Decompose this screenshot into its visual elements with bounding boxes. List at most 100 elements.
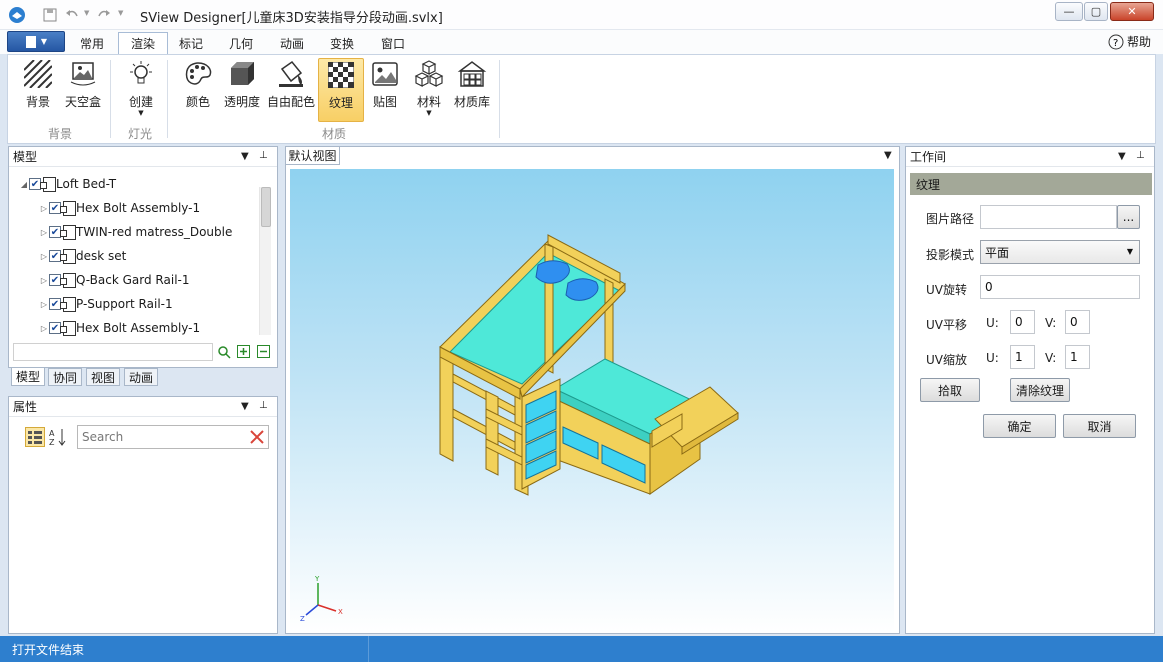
tree-scrollbar[interactable] — [259, 187, 271, 335]
browse-button[interactable]: ... — [1117, 205, 1140, 229]
collapse-icon[interactable]: ◢ — [19, 180, 29, 189]
tree-node[interactable]: ▷ ✔ TWIN-red matress_Double — [39, 220, 232, 244]
tab-animation-panel[interactable]: 动画 — [124, 368, 159, 386]
tab-render[interactable]: 渲染 — [118, 32, 169, 54]
tree-search-input[interactable] — [13, 343, 213, 361]
cube-icon — [226, 58, 258, 90]
image-path-input[interactable] — [980, 205, 1117, 229]
tab-markup[interactable]: 标记 — [167, 33, 215, 54]
lightbulb-icon — [125, 58, 157, 90]
material-library-button[interactable]: 材质库 — [449, 58, 495, 122]
tree-node[interactable]: ▷ ✔ Hex Bolt Assembly-1 — [39, 196, 200, 220]
search-icon[interactable] — [217, 345, 231, 359]
status-bar: 打开文件结束 — [0, 636, 1163, 662]
material-button[interactable]: 材料 ▼ — [406, 58, 452, 122]
scale-v-label: V: — [1045, 351, 1057, 365]
view-tab-default[interactable]: 默认视图 — [286, 147, 340, 165]
loft-bed-model: Y X Z — [300, 234, 739, 623]
view-menu-icon[interactable]: ▼ — [884, 150, 892, 161]
image-path-label: 图片路径 — [926, 212, 975, 226]
ok-button[interactable]: 确定 — [983, 414, 1056, 438]
expand-icon[interactable]: ▷ — [39, 204, 49, 213]
undo-icon[interactable] — [64, 7, 80, 23]
expand-icon[interactable]: ▷ — [39, 228, 49, 237]
help-icon: ? — [1108, 34, 1124, 49]
clear-texture-button[interactable]: 清除纹理 — [1010, 378, 1070, 402]
close-button[interactable]: ✕ — [1110, 2, 1154, 21]
scrollbar-thumb[interactable] — [261, 187, 271, 227]
axis-x-label: X — [338, 608, 343, 616]
undo-dropdown-icon[interactable]: ▼ — [84, 9, 89, 17]
translate-u-input[interactable]: 0 — [1010, 310, 1035, 334]
axis-triad: Y X Z — [300, 575, 343, 623]
tab-transform[interactable]: 变换 — [318, 33, 366, 54]
decal-button[interactable]: 贴图 — [362, 58, 408, 122]
tree-node[interactable]: ▷ ✔ Q-Back Gard Rail-1 — [39, 268, 190, 292]
background-button[interactable]: 背景 — [15, 58, 61, 122]
expand-icon[interactable]: ▷ — [39, 252, 49, 261]
free-color-button[interactable]: 自由配色 — [266, 58, 316, 122]
minimize-button[interactable]: — — [1055, 2, 1083, 21]
sort-az-icon[interactable]: AZ — [49, 427, 67, 447]
expand-all-icon[interactable] — [237, 345, 250, 358]
part-icon — [60, 296, 76, 312]
tab-collaboration[interactable]: 协同 — [48, 368, 83, 386]
tab-geometry[interactable]: 几何 — [217, 33, 265, 54]
qat-more-icon[interactable]: ▼ — [118, 9, 123, 17]
expand-icon[interactable]: ▷ — [39, 300, 49, 309]
maximize-button[interactable]: ▢ — [1084, 2, 1108, 21]
panel-menu-icon[interactable]: ▼ — [1118, 151, 1126, 162]
part-icon — [60, 200, 76, 216]
ribbon-separator — [167, 60, 168, 138]
collapse-all-icon[interactable] — [257, 345, 270, 358]
panel-menu-icon[interactable]: ▼ — [241, 151, 249, 162]
viewport-panel: 默认视图 ▼ Y X Z — [285, 146, 900, 634]
pin-icon[interactable]: ⊥ — [259, 400, 268, 411]
uv-rotate-input[interactable]: 0 — [980, 275, 1140, 299]
properties-panel-title: 属性 — [13, 400, 38, 414]
3d-viewport[interactable]: Y X Z — [290, 169, 894, 633]
tree-node[interactable]: ▷ ✔ desk set — [39, 244, 126, 268]
tree-node[interactable]: ▷ ✔ P-Support Rail-1 — [39, 292, 173, 316]
panel-menu-icon[interactable]: ▼ — [241, 401, 249, 412]
skybox-icon — [67, 58, 99, 90]
create-light-button[interactable]: 创建 ▼ — [118, 58, 164, 122]
tree-node[interactable]: ▷ ✔ Hex Bolt Assembly-1 — [39, 316, 200, 340]
clear-search-icon[interactable] — [249, 429, 265, 445]
paint-bucket-icon — [275, 58, 307, 90]
translate-v-input[interactable]: 0 — [1065, 310, 1090, 334]
categorized-icon[interactable] — [25, 427, 45, 447]
property-search-input[interactable]: Search — [77, 425, 269, 449]
scale-v-input[interactable]: 1 — [1065, 345, 1090, 369]
texture-button[interactable]: 纹理 — [318, 58, 364, 122]
material-dropdown-icon: ▼ — [426, 109, 432, 117]
file-menu-button[interactable]: ▼ — [7, 31, 65, 52]
projection-select[interactable]: 平面 ▼ — [980, 240, 1140, 264]
tab-animation[interactable]: 动画 — [268, 33, 316, 54]
tab-model[interactable]: 模型 — [11, 368, 46, 386]
transparency-button[interactable]: 透明度 — [219, 58, 265, 122]
tab-window[interactable]: 窗口 — [369, 33, 417, 54]
pick-button[interactable]: 拾取 — [920, 378, 980, 402]
pin-icon[interactable]: ⊥ — [259, 150, 268, 161]
skybox-button[interactable]: 天空盒 — [60, 58, 106, 122]
expand-icon[interactable]: ▷ — [39, 324, 49, 333]
part-icon — [60, 320, 76, 336]
ribbon-separator — [499, 60, 500, 138]
expand-icon[interactable]: ▷ — [39, 276, 49, 285]
model-panel: 模型 ▼ ⊥ ◢ ✔ Loft Bed-T ▷ ✔ Hex Bolt Assem… — [8, 146, 278, 368]
translate-u-label: U: — [986, 316, 999, 330]
cancel-button[interactable]: 取消 — [1063, 414, 1136, 438]
tab-view[interactable]: 视图 — [86, 368, 121, 386]
tree-node[interactable]: ◢ ✔ Loft Bed-T — [19, 172, 116, 196]
save-icon[interactable] — [42, 7, 58, 23]
tab-common[interactable]: 常用 — [68, 33, 116, 54]
redo-icon[interactable] — [96, 7, 112, 23]
pin-icon[interactable]: ⊥ — [1136, 150, 1145, 161]
workspace-panel: 工作间 ▼ ⊥ 纹理 图片路径 ... 投影模式 平面 ▼ UV旋转 0 UV平… — [905, 146, 1155, 634]
color-button[interactable]: 颜色 — [175, 58, 221, 122]
group-label-material: 材质 — [322, 127, 347, 141]
axis-y-label: Y — [314, 575, 320, 583]
scale-u-input[interactable]: 1 — [1010, 345, 1035, 369]
help-button[interactable]: ? 帮助 — [1108, 33, 1151, 50]
